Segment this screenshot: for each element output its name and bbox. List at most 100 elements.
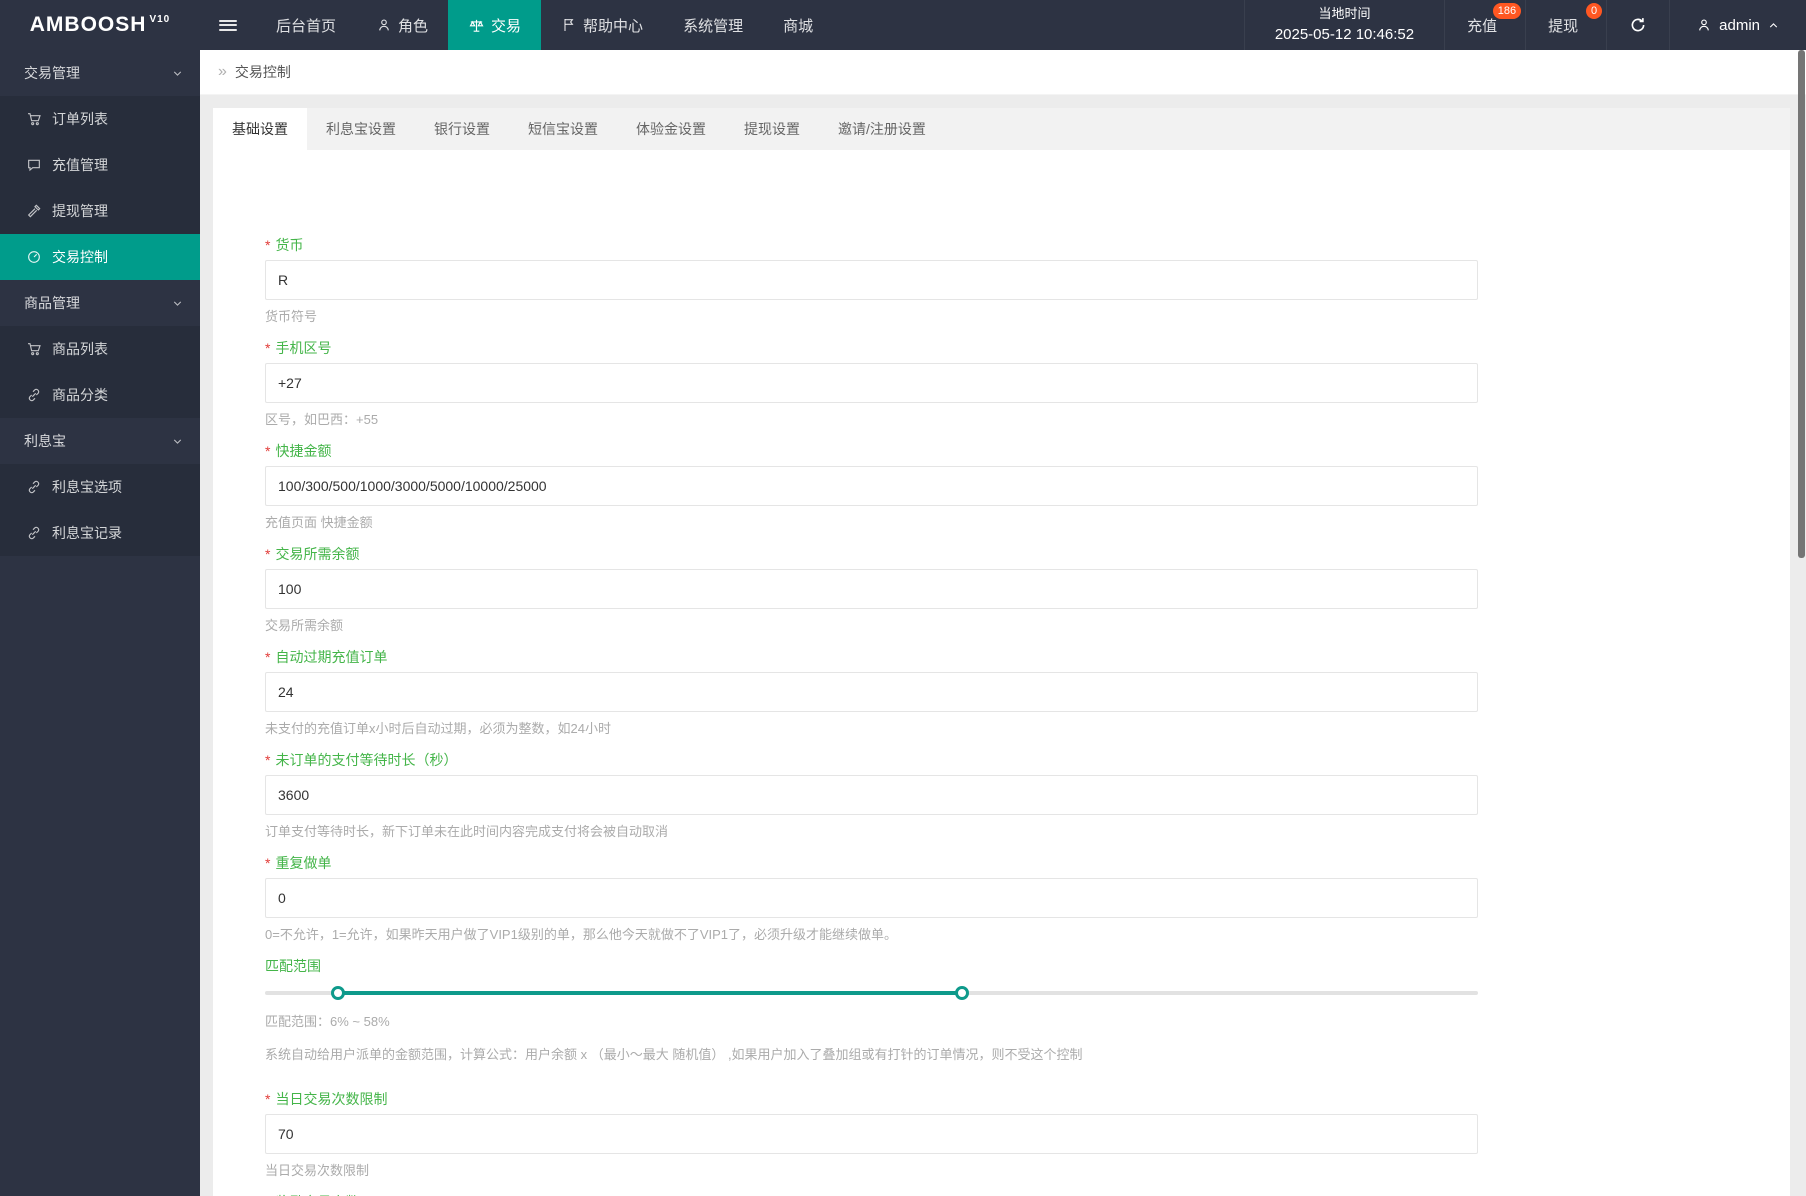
field-label-text: 当日交易次数限制 bbox=[275, 1091, 388, 1107]
field-hint: 充值页面 快捷金额 bbox=[265, 515, 373, 530]
link-icon bbox=[26, 479, 42, 495]
nav-item-trade[interactable]: 交易 bbox=[448, 0, 542, 50]
withdraw-label: 提现 bbox=[1548, 17, 1579, 35]
field-hint: 区号，如巴西：+55 bbox=[265, 412, 379, 427]
auto-expire-orders-input[interactable] bbox=[265, 672, 1478, 712]
hammer-icon bbox=[26, 203, 42, 219]
sidebar-item-label: 订单列表 bbox=[52, 111, 108, 127]
field-label-text: 快捷金额 bbox=[275, 443, 332, 459]
form-field-repeat-orders: * 重复做单 0=不允许，1=允许，如果昨天用户做了VIP1级别的单，那么他今天… bbox=[265, 853, 1478, 943]
nav-item-help-center[interactable]: 帮助中心 bbox=[541, 0, 663, 50]
scale-icon bbox=[468, 17, 485, 34]
required-mark: * bbox=[265, 1091, 271, 1107]
field-label-text: 自动过期充值订单 bbox=[275, 649, 388, 665]
cart-icon bbox=[26, 111, 42, 127]
phone-area-code-input[interactable] bbox=[265, 363, 1478, 403]
sidebar-item-recharge-management[interactable]: 充值管理 bbox=[0, 142, 200, 188]
nav-item-label: 角色 bbox=[398, 17, 429, 35]
match-range-value: 匹配范围：6% ~ 58% bbox=[265, 1014, 390, 1029]
field-label: * 自动过期充值订单 bbox=[265, 647, 1478, 667]
user-name: admin bbox=[1719, 16, 1760, 34]
field-label-text: 重复做单 bbox=[275, 855, 332, 871]
nav-item-system[interactable]: 系统管理 bbox=[663, 0, 763, 50]
sidebar-item-trade-control[interactable]: 交易控制 bbox=[0, 234, 200, 280]
repeat-orders-input[interactable] bbox=[265, 878, 1478, 918]
settings-panel: 基础设置 利息宝设置 银行设置 短信宝设置 体验金设置 提现设置 邀请/注册设置… bbox=[213, 108, 1790, 1196]
chevron-up-icon bbox=[1767, 19, 1780, 32]
sidebar-item-withdraw-management[interactable]: 提现管理 bbox=[0, 188, 200, 234]
tab-basic-settings[interactable]: 基础设置 bbox=[213, 108, 307, 150]
field-hint: 交易所需余额 bbox=[265, 618, 344, 633]
field-label: * 未订单的支付等待时长（秒） bbox=[265, 750, 1478, 770]
main-content: » 交易控制 基础设置 利息宝设置 银行设置 短信宝设置 体验金设置 提现设置 … bbox=[200, 50, 1806, 1196]
basic-settings-form: * 货币 货币符号 * 手机区号 区号，如巴西：+55 * 快捷金额 bbox=[213, 150, 1790, 1196]
field-label-text: 手机区号 bbox=[275, 340, 332, 356]
sidebar-toggle-button[interactable] bbox=[200, 0, 256, 50]
local-time: 当地时间 2025-05-12 10:46:52 bbox=[1243, 0, 1444, 50]
sidebar-item-product-list[interactable]: 商品列表 bbox=[0, 326, 200, 372]
cart-icon bbox=[26, 341, 42, 357]
tab-sms-settings[interactable]: 短信宝设置 bbox=[509, 108, 617, 150]
person-icon bbox=[376, 17, 392, 33]
form-field-currency: * 货币 货币符号 bbox=[265, 235, 1478, 325]
user-menu[interactable]: admin bbox=[1669, 0, 1806, 50]
recharge-shortcut[interactable]: 充值 186 bbox=[1444, 0, 1525, 50]
field-label: * 货币 bbox=[265, 235, 1478, 255]
nav-item-label: 后台首页 bbox=[276, 17, 337, 35]
sidebar-item-interest-options[interactable]: 利息宝选项 bbox=[0, 464, 200, 510]
slider-fill bbox=[337, 991, 963, 995]
hamburger-icon bbox=[219, 17, 237, 33]
field-label-text: 货币 bbox=[275, 237, 304, 253]
breadcrumb-separator-icon: » bbox=[218, 63, 227, 80]
page-title: 交易控制 bbox=[234, 64, 291, 80]
field-label-text: 交易所需余额 bbox=[275, 546, 360, 562]
sidebar-item-label: 提现管理 bbox=[52, 203, 108, 219]
nav-item-label: 系统管理 bbox=[683, 17, 744, 35]
withdraw-shortcut[interactable]: 提现 0 bbox=[1525, 0, 1606, 50]
required-mark: * bbox=[265, 649, 271, 665]
refresh-button[interactable] bbox=[1606, 0, 1669, 50]
field-label: * 交易所需余额 bbox=[265, 544, 1478, 564]
required-mark: * bbox=[265, 443, 271, 459]
form-field-reward-trade-count: * 奖励交易次数 bbox=[265, 1192, 1478, 1196]
tab-invite-register-settings[interactable]: 邀请/注册设置 bbox=[819, 108, 945, 150]
form-field-payment-wait-time: * 未订单的支付等待时长（秒） 订单支付等待时长，新下订单未在此时间内容完成支付… bbox=[265, 750, 1478, 840]
sidebar-group-interest-treasure[interactable]: 利息宝 bbox=[0, 418, 200, 464]
recharge-badge: 186 bbox=[1492, 3, 1522, 19]
sidebar-item-product-category[interactable]: 商品分类 bbox=[0, 372, 200, 418]
tab-interest-settings[interactable]: 利息宝设置 bbox=[307, 108, 415, 150]
quick-amounts-input[interactable] bbox=[265, 466, 1478, 506]
nav-item-home[interactable]: 后台首页 bbox=[256, 0, 356, 50]
sidebar-item-label: 利息宝选项 bbox=[52, 479, 122, 495]
nav-item-roles[interactable]: 角色 bbox=[356, 0, 448, 50]
payment-wait-time-input[interactable] bbox=[265, 775, 1478, 815]
tab-trial-fund-settings[interactable]: 体验金设置 bbox=[617, 108, 725, 150]
required-mark: * bbox=[265, 855, 271, 871]
settings-tabs: 基础设置 利息宝设置 银行设置 短信宝设置 体验金设置 提现设置 邀请/注册设置 bbox=[213, 108, 1790, 150]
chat-icon bbox=[26, 157, 42, 173]
sidebar-item-interest-records[interactable]: 利息宝记录 bbox=[0, 510, 200, 556]
sidebar-group-label: 利息宝 bbox=[24, 433, 66, 449]
form-field-quick-amounts: * 快捷金额 充值页面 快捷金额 bbox=[265, 441, 1478, 531]
sidebar-group-label: 商品管理 bbox=[24, 295, 80, 311]
nav-item-mall[interactable]: 商城 bbox=[763, 0, 833, 50]
form-field-match-range: 匹配范围 匹配范围：6% ~ 58% 系统自动给用户派单的金额范围，计算公式：用… bbox=[265, 956, 1478, 1063]
local-time-label: 当地时间 bbox=[1318, 6, 1371, 22]
tab-withdraw-settings[interactable]: 提现设置 bbox=[725, 108, 819, 150]
daily-trade-limit-input[interactable] bbox=[265, 1114, 1478, 1154]
top-navbar: AMBOOSH V10 后台首页 角色 交易 帮助中心 系统管理 商城 当地时间 … bbox=[0, 0, 1806, 50]
page-scrollbar[interactable] bbox=[1798, 50, 1805, 558]
sidebar-group-product-management[interactable]: 商品管理 bbox=[0, 280, 200, 326]
logo-text: AMBOOSH bbox=[29, 13, 147, 36]
tab-bank-settings[interactable]: 银行设置 bbox=[415, 108, 509, 150]
currency-input[interactable] bbox=[265, 260, 1478, 300]
sidebar-item-label: 交易控制 bbox=[52, 249, 108, 265]
local-time-value: 2025-05-12 10:46:52 bbox=[1274, 25, 1415, 43]
sidebar-item-label: 商品分类 bbox=[52, 387, 108, 403]
slider-handle-max[interactable] bbox=[955, 986, 970, 1000]
sidebar-group-trade-management[interactable]: 交易管理 bbox=[0, 50, 200, 96]
sidebar-item-order-list[interactable]: 订单列表 bbox=[0, 96, 200, 142]
required-balance-input[interactable] bbox=[265, 569, 1478, 609]
nav-item-label: 商城 bbox=[783, 17, 814, 35]
slider-handle-min[interactable] bbox=[330, 986, 345, 1000]
